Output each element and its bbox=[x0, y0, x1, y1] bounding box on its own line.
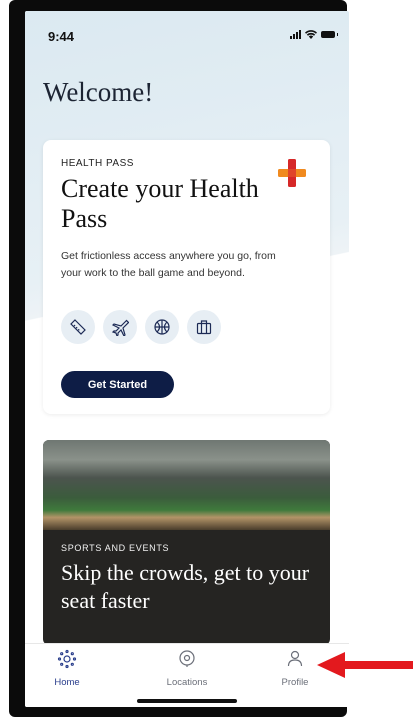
status-time: 9:44 bbox=[48, 29, 75, 44]
profile-icon bbox=[287, 650, 303, 667]
basketball-icon bbox=[145, 310, 179, 344]
sports-events-card[interactable]: SPORTS AND EVENTS Skip the crowds, get t… bbox=[43, 440, 330, 645]
location-pin-icon bbox=[179, 650, 195, 667]
ticket-icon bbox=[61, 310, 95, 344]
signal-icon bbox=[290, 30, 301, 39]
get-started-button[interactable]: Get Started bbox=[61, 371, 174, 398]
wifi-icon bbox=[305, 30, 317, 39]
health-plus-icon bbox=[278, 159, 306, 187]
status-bar: 9:44 bbox=[25, 11, 349, 51]
annotation-arrow-icon bbox=[317, 652, 413, 678]
tab-home[interactable]: Home bbox=[27, 649, 107, 688]
home-indicator bbox=[137, 699, 237, 703]
use-case-icons bbox=[61, 310, 221, 344]
stadium-image bbox=[43, 440, 330, 530]
health-pass-card[interactable]: HEALTH PASS Create your Health Pass Get … bbox=[43, 140, 330, 414]
tab-locations[interactable]: Locations bbox=[147, 649, 227, 688]
welcome-heading: Welcome! bbox=[43, 77, 154, 107]
tab-locations-label: Locations bbox=[166, 677, 208, 688]
status-icons bbox=[290, 30, 338, 39]
sports-kicker: SPORTS AND EVENTS bbox=[61, 543, 170, 553]
sports-title: Skip the crowds, get to your seat faster bbox=[61, 560, 310, 613]
phone-frame: 9:44 Welcome! HEALTH PASS Create your He… bbox=[9, 0, 349, 717]
health-pass-description: Get frictionless access anywhere you go,… bbox=[61, 250, 276, 279]
airplane-icon bbox=[103, 310, 137, 344]
battery-icon bbox=[321, 31, 338, 38]
health-pass-kicker: HEALTH PASS bbox=[61, 158, 134, 169]
bottom-tab-bar: Home Locations Profile bbox=[25, 643, 349, 707]
health-pass-title: Create your Health Pass bbox=[61, 174, 259, 233]
home-icon bbox=[57, 649, 77, 669]
app-screen: 9:44 Welcome! HEALTH PASS Create your He… bbox=[25, 11, 349, 707]
tab-home-label: Home bbox=[54, 677, 80, 688]
briefcase-icon bbox=[187, 310, 221, 344]
